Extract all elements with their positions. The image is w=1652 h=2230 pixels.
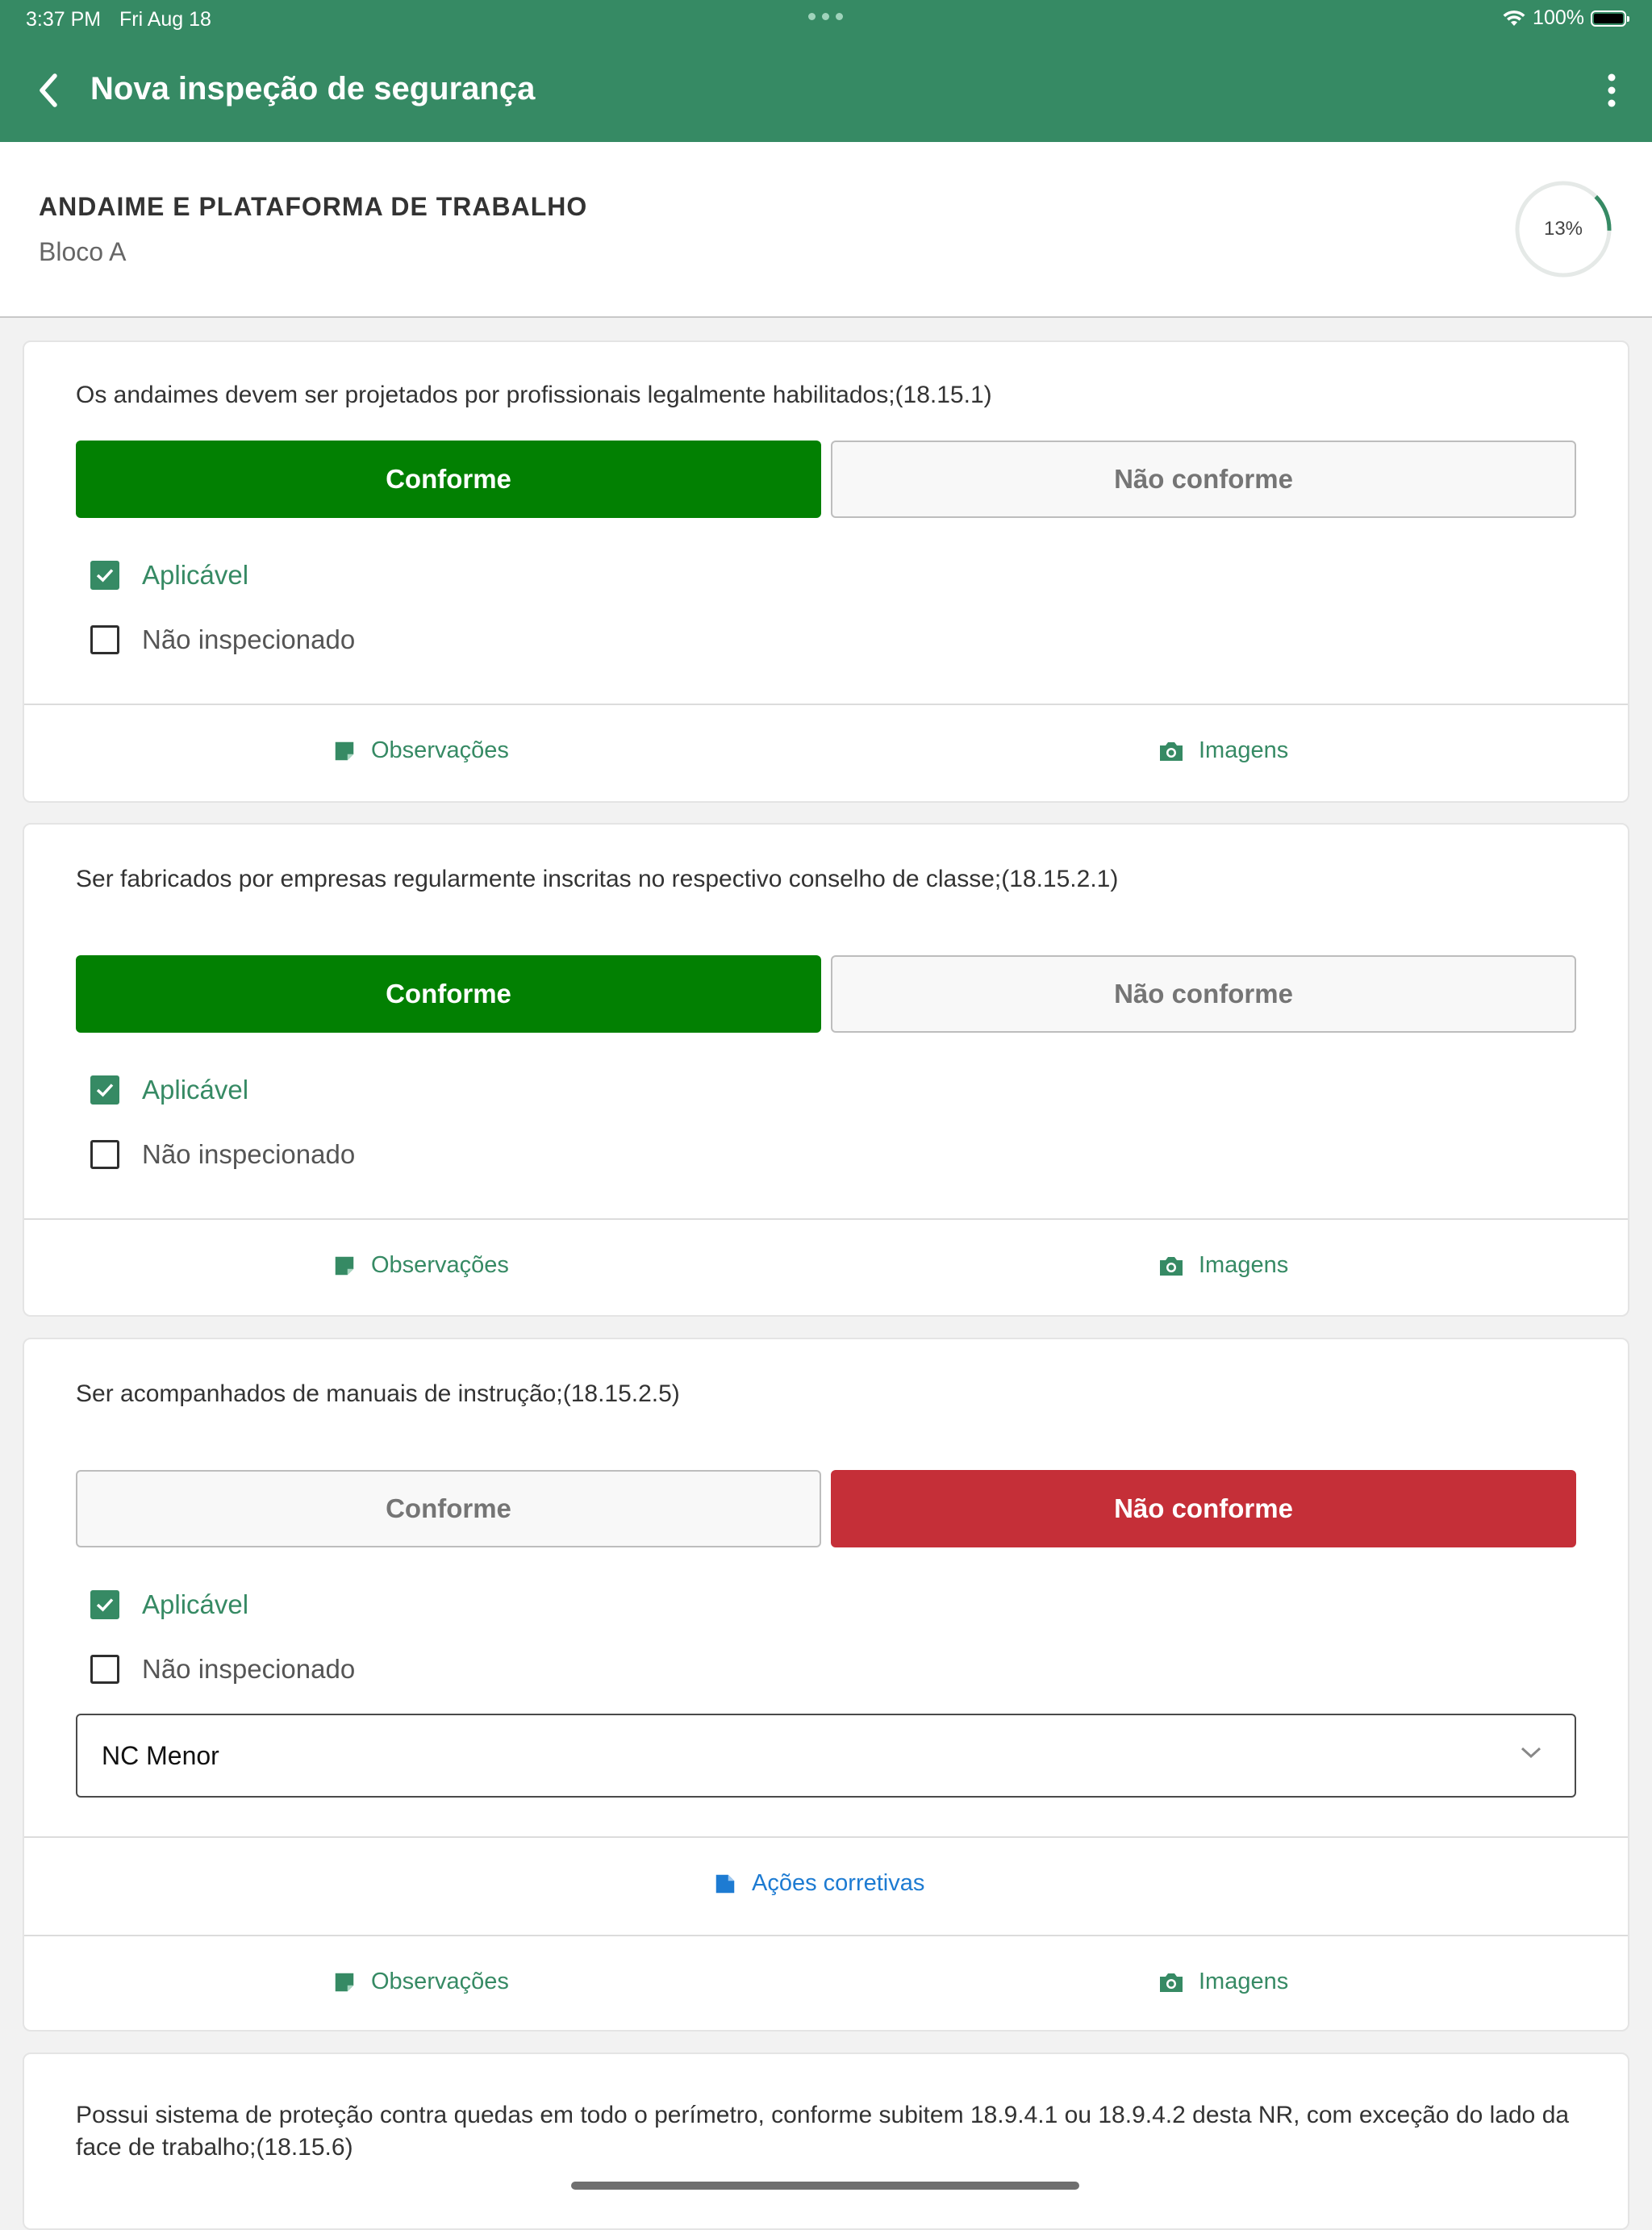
observacoes-button[interactable]: Observações	[332, 737, 509, 764]
nao-inspecionado-checkbox[interactable]: Não inspecionado	[90, 1139, 355, 1170]
severity-select[interactable]: NC Menor	[76, 1714, 1576, 1798]
aplicavel-label: Aplicável	[142, 560, 249, 590]
aplicavel-checkbox[interactable]: Aplicável	[90, 1075, 248, 1105]
page-title: Nova inspeção de segurança	[90, 71, 536, 106]
battery-percent: 100%	[1533, 6, 1584, 29]
note-icon	[335, 1973, 354, 1991]
checkbox-empty-icon	[90, 1140, 119, 1169]
checkbox-checked-icon	[90, 1590, 119, 1619]
observacoes-label: Observações	[371, 1252, 509, 1278]
note-icon	[335, 1256, 354, 1275]
nao-inspecionado-checkbox[interactable]: Não inspecionado	[90, 1654, 355, 1685]
wifi-icon	[1503, 10, 1525, 26]
observacoes-button[interactable]: Observações	[332, 1969, 509, 1995]
divider	[24, 1935, 1628, 1936]
imagens-button[interactable]: Imagens	[1158, 1252, 1288, 1279]
divider	[24, 1836, 1628, 1838]
imagens-button[interactable]: Imagens	[1158, 737, 1288, 764]
status-bar: 3:37 PM Fri Aug 18 100%	[0, 0, 1652, 39]
more-vertical-icon[interactable]	[1604, 73, 1620, 108]
status-right: 100%	[1502, 6, 1629, 30]
question-text: Os andaimes devem ser projetados por pro…	[76, 382, 992, 408]
aplicavel-checkbox[interactable]: Aplicável	[90, 560, 248, 591]
imagens-label: Imagens	[1199, 737, 1289, 763]
chevron-down-icon	[1521, 1747, 1541, 1759]
imagens-label: Imagens	[1199, 1252, 1289, 1278]
aplicavel-label: Aplicável	[142, 1075, 249, 1105]
conforme-button[interactable]: Conforme	[76, 1470, 821, 1547]
multitasking-dots-icon[interactable]	[808, 13, 843, 20]
nao-inspecionado-label: Não inspecionado	[142, 1654, 356, 1684]
acoes-corretivas-button[interactable]: Ações corretivas	[713, 1870, 924, 1897]
nao-conforme-button[interactable]: Não conforme	[831, 1470, 1576, 1547]
camera-icon	[1160, 741, 1183, 761]
note-icon	[335, 741, 354, 760]
question-text: Ser acompanhados de manuais de instrução…	[76, 1380, 680, 1407]
nao-inspecionado-label: Não inspecionado	[142, 624, 356, 654]
app-bar: Nova inspeção de segurança	[0, 39, 1652, 142]
progress-ring: 13%	[1513, 179, 1613, 279]
status-date: Fri Aug 18	[119, 8, 211, 31]
question-card: Os andaimes devem ser projetados por pro…	[23, 340, 1629, 803]
section-title: ANDAIME E PLATAFORMA DE TRABALHO	[39, 192, 588, 221]
aplicavel-label: Aplicável	[142, 1589, 249, 1619]
aplicavel-checkbox[interactable]: Aplicável	[90, 1589, 248, 1620]
section-header: ANDAIME E PLATAFORMA DE TRABALHO Bloco A…	[0, 142, 1652, 318]
nao-inspecionado-checkbox[interactable]: Não inspecionado	[90, 624, 355, 655]
camera-icon	[1160, 1256, 1183, 1276]
note-icon	[715, 1874, 735, 1893]
imagens-button[interactable]: Imagens	[1158, 1969, 1288, 1995]
severity-value: NC Menor	[102, 1741, 219, 1770]
status-time: 3:37 PM	[26, 8, 102, 31]
back-arrow-icon[interactable]	[32, 68, 65, 113]
question-text: Possui sistema de proteção contra quedas…	[76, 2102, 1570, 2161]
question-card: Possui sistema de proteção contra quedas…	[23, 2053, 1629, 2230]
progress-label: 13%	[1543, 218, 1583, 240]
checkbox-empty-icon	[90, 1655, 119, 1684]
conforme-button[interactable]: Conforme	[76, 441, 821, 518]
question-card: Ser fabricados por empresas regularmente…	[23, 823, 1629, 1317]
nao-inspecionado-label: Não inspecionado	[142, 1139, 356, 1169]
question-text: Ser fabricados por empresas regularmente…	[76, 866, 1119, 892]
home-indicator[interactable]	[571, 2182, 1079, 2190]
checkbox-empty-icon	[90, 625, 119, 654]
observacoes-label: Observações	[371, 1969, 509, 1994]
divider	[24, 1218, 1628, 1220]
nao-conforme-button[interactable]: Não conforme	[831, 955, 1576, 1033]
conforme-button[interactable]: Conforme	[76, 955, 821, 1033]
observacoes-button[interactable]: Observações	[332, 1252, 509, 1279]
checkbox-checked-icon	[90, 561, 119, 590]
acoes-corretivas-label: Ações corretivas	[752, 1870, 925, 1896]
observacoes-label: Observações	[371, 737, 509, 763]
divider	[24, 704, 1628, 705]
camera-icon	[1160, 1973, 1183, 1992]
battery-icon	[1591, 10, 1629, 27]
question-card: Ser acompanhados de manuais de instrução…	[23, 1338, 1629, 2032]
nao-conforme-button[interactable]: Não conforme	[831, 441, 1576, 518]
imagens-label: Imagens	[1199, 1969, 1289, 1994]
checkbox-checked-icon	[90, 1075, 119, 1105]
section-subtitle: Bloco A	[39, 237, 127, 266]
